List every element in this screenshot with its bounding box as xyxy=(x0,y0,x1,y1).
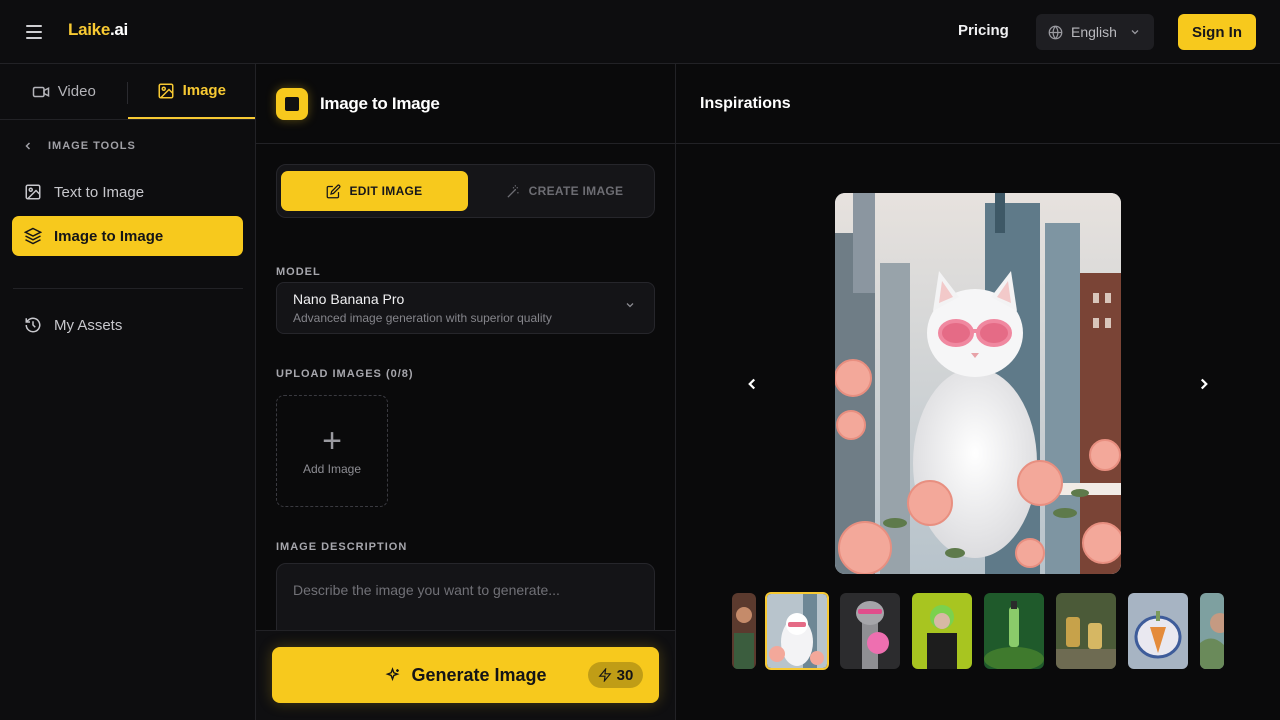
generate-image-button[interactable]: Generate Image 30 xyxy=(272,647,659,703)
model-label: MODEL xyxy=(276,266,321,278)
add-image-button[interactable]: + Add Image xyxy=(276,395,388,507)
edit-icon xyxy=(327,184,341,198)
lightning-icon xyxy=(598,668,612,682)
credits-badge: 30 xyxy=(588,662,643,688)
model-name: Nano Banana Pro xyxy=(293,291,405,307)
magic-wand-icon xyxy=(507,184,519,198)
thumbnail[interactable] xyxy=(1128,593,1188,669)
tool-panel: Image to Image EDIT IMAGE CREATE IMAGE M… xyxy=(256,64,676,720)
sidebar-item-label: Text to Image xyxy=(54,183,145,201)
sidebar-item-my-assets[interactable]: My Assets xyxy=(12,305,243,345)
language-label: English xyxy=(1071,24,1117,40)
tab-image-label: Image xyxy=(182,82,226,99)
sidebar-divider xyxy=(13,288,243,289)
thumbnail[interactable] xyxy=(912,593,972,669)
edit-image-label: EDIT IMAGE xyxy=(349,184,423,198)
image-icon xyxy=(158,83,174,98)
edit-image-button[interactable]: EDIT IMAGE xyxy=(281,171,468,211)
image-icon xyxy=(25,184,41,200)
featured-image[interactable] xyxy=(835,193,1121,574)
panel-header: Image to Image xyxy=(256,64,675,144)
chevron-left-icon xyxy=(25,142,31,150)
language-select[interactable]: English xyxy=(1036,14,1154,50)
model-select[interactable]: Nano Banana Pro Advanced image generatio… xyxy=(276,282,655,334)
thumbnail[interactable] xyxy=(984,593,1044,669)
chevron-down-icon xyxy=(626,303,634,308)
history-icon xyxy=(25,317,41,333)
chevron-down-icon xyxy=(1131,30,1139,35)
thumbnail[interactable] xyxy=(840,593,900,669)
add-image-label: Add Image xyxy=(302,462,362,476)
mode-tabs: Video Image xyxy=(0,64,255,120)
thumbnail[interactable] xyxy=(1200,593,1224,669)
sidebar: Video Image IMAGE TOOLS Text to Image Im… xyxy=(0,64,256,720)
back-to-image-tools[interactable]: IMAGE TOOLS xyxy=(22,140,136,152)
previous-arrow-icon[interactable] xyxy=(737,369,767,399)
page-title: Image to Image xyxy=(320,93,440,113)
thumbnail[interactable] xyxy=(1056,593,1116,669)
tab-image[interactable]: Image xyxy=(127,64,255,119)
pricing-link[interactable]: Pricing xyxy=(958,22,1009,39)
sign-in-button[interactable]: Sign In xyxy=(1178,14,1256,50)
sidebar-item-image-to-image[interactable]: Image to Image xyxy=(12,216,243,256)
mode-switch: EDIT IMAGE CREATE IMAGE xyxy=(276,164,655,218)
inspirations-title: Inspirations xyxy=(676,64,1280,144)
sidebar-item-label: My Assets xyxy=(54,316,123,334)
inspirations-panel: Inspirations xyxy=(676,64,1280,720)
sparkles-icon xyxy=(385,666,400,681)
description-label: IMAGE DESCRIPTION xyxy=(276,541,408,553)
stop-icon xyxy=(276,87,308,120)
logo-suffix: .ai xyxy=(109,20,128,39)
generate-bar: Generate Image 30 xyxy=(256,630,675,720)
globe-icon xyxy=(1048,25,1063,39)
plus-icon: + xyxy=(322,422,342,460)
logo[interactable]: Laike.ai xyxy=(68,20,128,40)
create-image-label: CREATE IMAGE xyxy=(528,184,624,198)
sidebar-item-label: Image to Image xyxy=(54,227,164,245)
sidebar-item-text-to-image[interactable]: Text to Image xyxy=(12,172,243,212)
model-description: Advanced image generation with superior … xyxy=(293,311,552,325)
credits-count: 30 xyxy=(616,666,634,684)
video-icon xyxy=(32,86,49,97)
layers-icon xyxy=(24,227,42,245)
section-label: IMAGE TOOLS xyxy=(48,140,136,152)
generate-label: Generate Image xyxy=(411,664,547,685)
create-image-button[interactable]: CREATE IMAGE xyxy=(471,171,658,211)
menu-icon[interactable] xyxy=(22,20,46,44)
top-bar: Laike.ai Pricing English Sign In xyxy=(0,0,1280,64)
thumbnail-selected[interactable] xyxy=(765,592,829,670)
tab-divider xyxy=(127,82,128,104)
upload-label: UPLOAD IMAGES (0/8) xyxy=(276,368,414,380)
tab-video-label: Video xyxy=(57,83,96,100)
thumbnail-strip xyxy=(732,592,1224,672)
thumbnail[interactable] xyxy=(732,593,756,669)
tab-video[interactable]: Video xyxy=(0,64,128,119)
next-arrow-icon[interactable] xyxy=(1189,369,1219,399)
logo-text: Laike xyxy=(68,20,110,39)
